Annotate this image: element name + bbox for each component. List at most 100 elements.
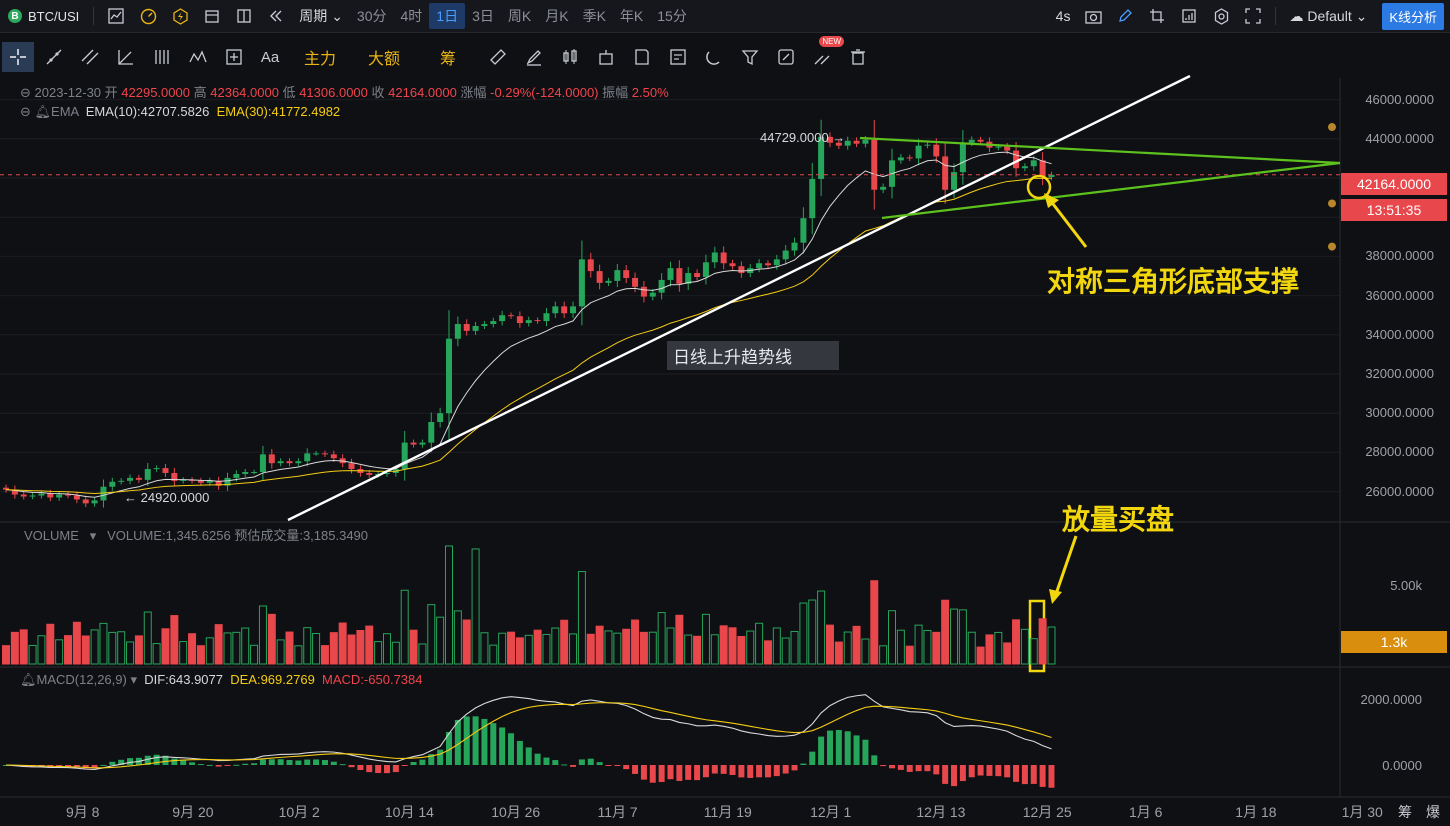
macd-histogram-bar [242,763,249,765]
macd-histogram-bar [215,765,222,767]
candle-body [29,495,36,497]
macd-axis-label-zero: 0.0000 [1382,758,1422,773]
macd-histogram-bar [206,764,213,766]
time-axis-label: 1月 18 [1235,804,1277,820]
bell-icon[interactable]: 🔔︎ [20,672,37,687]
macd-histogram-bar [649,765,656,783]
candle-body [968,139,975,143]
candle-body [144,469,151,480]
volume-bar [365,625,374,665]
volume-bar [932,631,941,665]
triangle-annotation: 对称三角形底部支撑 [1047,265,1300,298]
candle-body [649,292,656,297]
macd-histogram-bar [508,733,515,765]
candle-body [915,145,922,159]
volume-bar [205,637,214,665]
macd-histogram-bar [578,759,585,765]
volume-bar [515,637,524,665]
volume-bar [28,644,37,665]
chevron-down-icon[interactable]: ▾ [130,672,137,687]
candle-body [924,144,931,146]
macd-histogram-bar [720,765,727,774]
volume-bar [232,631,241,665]
liquidation-corner-button[interactable]: 爆 [1426,802,1440,822]
volume-bar [223,632,232,665]
countdown-label: 13:51:35 [1341,199,1447,221]
volume-bar [382,633,391,665]
annotation-arrow [1048,199,1088,248]
candle-body [118,480,125,482]
candle-body [543,313,550,322]
annotation-arrow [1054,535,1078,595]
macd-histogram-bar [1048,765,1055,788]
volume-bar [719,625,728,665]
volume-bar [870,580,879,665]
volume-bar [905,645,914,665]
price-chart[interactable] [0,0,1450,826]
volume-bar [170,615,179,665]
current-volume-label: 1.3k [1341,631,1447,653]
chips-corner-button[interactable]: 筹 [1398,802,1412,822]
volume-bar [524,634,533,665]
volume-bar [622,628,631,665]
volume-bar [258,605,267,665]
price-axis-label: 28000.0000 [1365,444,1434,460]
volume-readout: VOLUME ▾ VOLUME:1,345.6256 预估成交量:3,185.3… [24,528,369,543]
macd-histogram-bar [605,765,612,766]
macd-histogram-bar [189,762,196,765]
macd-histogram-bar [942,765,949,784]
candle-body [729,263,736,267]
macd-histogram-bar [809,751,816,765]
macd-histogram-bar [800,763,807,765]
price-axis-label: 32000.0000 [1365,366,1434,381]
candle-body [764,263,771,266]
volume-bar [2,645,10,665]
candle-body [73,495,80,500]
macd-histogram-bar [180,760,187,765]
price-axis-label: 46000.0000 [1365,91,1434,107]
candle-body [295,461,302,464]
macd-histogram-bar [552,760,559,765]
volume-bar [967,631,976,665]
volume-bar [861,638,870,665]
candle-body [977,139,984,142]
macd-histogram-bar [330,761,337,765]
candle-body [277,461,284,464]
macd-histogram-bar [951,765,958,787]
collapse-icon[interactable]: ⊖ [20,85,31,100]
macd-histogram-bar [977,765,984,776]
volume-bar [498,632,507,665]
macd-histogram-bar [924,765,931,772]
collapse-icon[interactable]: ⊖ [20,104,31,119]
chevron-down-icon[interactable]: ▾ [83,528,104,543]
volume-bar [781,637,790,665]
candle-body [614,270,621,281]
candle-body [587,259,594,272]
bell-icon[interactable]: 🔔︎ [35,104,52,119]
candle-body [791,242,798,251]
volume-bar [37,635,46,665]
candle-body [561,306,568,314]
volume-bar [737,636,746,665]
volume-bar [427,604,436,665]
volume-bar [55,639,64,665]
candle-body [1021,166,1028,169]
macd-histogram-bar [818,736,825,765]
macd-histogram-bar [862,739,869,765]
macd-histogram-bar [640,765,647,780]
candle-body [844,140,851,146]
macd-histogram-bar [702,765,709,778]
volume-bar [1038,618,1047,665]
volume-bar [763,640,772,665]
candle-body [251,472,258,473]
macd-histogram-bar [933,765,940,775]
candle-body [995,146,1002,148]
candle-body [578,259,585,307]
macd-histogram-bar [747,765,754,778]
macd-histogram-bar [516,740,523,765]
candle-body [47,493,54,498]
candle-body [658,279,665,293]
candle-body [605,280,612,283]
volume-bar [923,629,932,665]
volume-bar [64,635,73,665]
